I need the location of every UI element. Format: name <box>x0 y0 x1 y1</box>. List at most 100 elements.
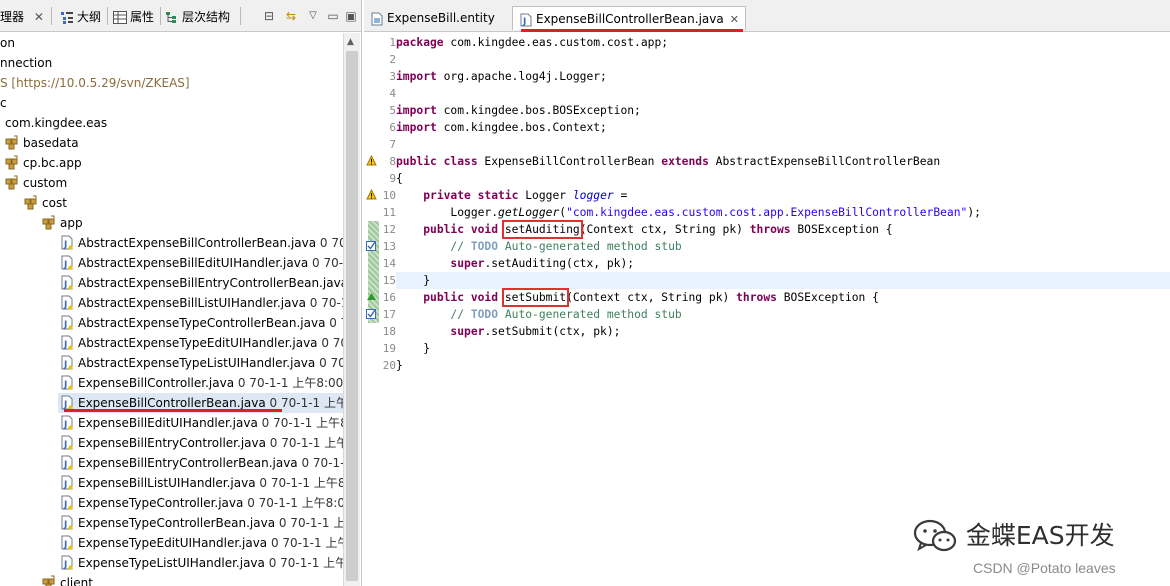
svg-text:J: J <box>63 260 67 270</box>
keyword-token: throws <box>749 223 791 236</box>
svg-text:J: J <box>63 560 67 570</box>
comment-token: TODO <box>470 308 499 321</box>
package-icon <box>42 575 55 586</box>
code-line[interactable]: Logger.getLogger("com.kingdee.eas.custom… <box>396 204 1170 221</box>
tree-package-node[interactable]: cp.bc.app <box>5 153 82 173</box>
maximize-button[interactable]: ▣ <box>342 7 360 25</box>
tree-node-label: ExpenseTypeListUIHandler.java <box>78 556 265 570</box>
keyword-token: public class <box>396 155 478 168</box>
tree-file-node[interactable]: J ExpenseBillEntryControllerBean.java 0 7… <box>60 453 344 473</box>
code-line[interactable]: // TODO Auto-generated method stub <box>396 238 1170 255</box>
tree-node[interactable]: on <box>0 33 15 53</box>
tab-outline[interactable]: 大纲 <box>60 6 101 28</box>
tree-file-node[interactable]: J ExpenseTypeListUIHandler.java 0 70-1-1 … <box>60 553 344 573</box>
scroll-up-icon[interactable]: ▲ <box>347 37 354 47</box>
code-token: ); <box>967 206 981 219</box>
tree-file-node[interactable]: J ExpenseTypeEditUIHandler.java 0 70-1-1 … <box>60 533 344 553</box>
tree-node-label: ExpenseTypeEditUIHandler.java <box>78 536 268 550</box>
tree-file-node[interactable]: J ExpenseBillListUIHandler.java 0 70-1-1 … <box>60 473 344 493</box>
tree-file-node[interactable]: J AbstractExpenseBillListUIHandler.java 0… <box>60 293 344 313</box>
tree-file-node[interactable]: J AbstractExpenseTypeEditUIHandler.java 0… <box>60 333 344 353</box>
tree-file-node[interactable]: J ExpenseTypeController.java 0 70-1-1 上午8… <box>60 493 344 513</box>
link-editor-button[interactable]: ⇆ <box>282 7 300 25</box>
tree-node-meta: 0 70 <box>315 356 344 370</box>
code-line[interactable] <box>396 85 1170 102</box>
tree-node-meta: 0 70-1 <box>309 296 344 310</box>
package-icon <box>5 135 18 150</box>
tree-node-meta: 0 70-1-1 上 <box>275 516 344 530</box>
code-line[interactable]: private static Logger logger = <box>396 187 1170 204</box>
view-menu-button[interactable]: ▽ <box>304 7 322 25</box>
tree-package-node[interactable]: client <box>42 573 93 586</box>
tree-file-node[interactable]: J ExpenseBillEntryController.java 0 70-1-… <box>60 433 344 453</box>
tree-node-label: AbstractExpenseBillControllerBean.java <box>78 236 317 250</box>
tree-node[interactable]: nnection <box>0 53 52 73</box>
code-line[interactable]: // TODO Auto-generated method stub <box>396 306 1170 323</box>
tree-node[interactable]: S [https://10.0.5.29/svn/ZKEAS] <box>0 73 190 93</box>
code-line[interactable]: super.setSubmit(ctx, pk); <box>396 323 1170 340</box>
comment-token: TODO <box>470 240 499 253</box>
tab-properties[interactable]: 属性 <box>113 6 154 28</box>
tree-package-node[interactable]: app <box>42 213 83 233</box>
code-area[interactable]: package com.kingdee.eas.custom.cost.app;… <box>396 33 1170 586</box>
tab-label: 理器 <box>0 10 25 24</box>
code-line[interactable]: } <box>396 340 1170 357</box>
tree-file-node[interactable]: J AbstractExpenseBillEntryControllerBean.… <box>60 273 344 293</box>
tab-expensebill-entity[interactable]: ExpenseBill.entity <box>364 6 501 30</box>
tree-package-node[interactable]: cost <box>24 193 67 213</box>
code-line[interactable]: import com.kingdee.bos.BOSException; <box>396 102 1170 119</box>
line-number: 19 <box>382 342 396 355</box>
watermark: 金蝶EAS开发 <box>912 515 1115 555</box>
code-line[interactable]: public void setAuditing(Context ctx, Str… <box>396 220 1170 239</box>
tree-package-node[interactable]: basedata <box>5 133 79 153</box>
tab-package-explorer[interactable]: 理器 ✕ <box>0 6 44 28</box>
minimize-button[interactable]: ▭ <box>324 7 342 25</box>
tree-node-label: AbstractExpenseBillEntryControllerBean.j… <box>78 276 344 290</box>
code-line[interactable]: package com.kingdee.eas.custom.cost.app; <box>396 34 1170 51</box>
tree-file-node[interactable]: J ExpenseBillController.java 0 70-1-1 上午8… <box>60 373 343 393</box>
tree-node-label: on <box>0 36 15 50</box>
code-line[interactable]: import org.apache.log4j.Logger; <box>396 68 1170 85</box>
close-icon[interactable]: ✕ <box>34 10 44 24</box>
comment-token: // <box>450 240 471 253</box>
tab-hierarchy[interactable]: 层次结构 <box>165 6 230 28</box>
collapse-all-button[interactable]: ⊟ <box>260 7 278 25</box>
tree-file-node[interactable]: J ExpenseBillEditUIHandler.java 0 70-1-1 … <box>60 413 344 433</box>
java-file-icon: J <box>61 415 73 430</box>
tree-node[interactable]: com.kingdee.eas <box>5 113 107 133</box>
tree-file-node[interactable]: J AbstractExpenseBillEditUIHandler.java 0… <box>60 253 344 273</box>
tree-file-node[interactable]: J AbstractExpenseBillControllerBean.java … <box>60 233 344 253</box>
tree-package-node[interactable]: custom <box>5 173 67 193</box>
code-line[interactable] <box>396 51 1170 68</box>
tree-node[interactable]: c <box>0 93 7 113</box>
code-line[interactable] <box>396 136 1170 153</box>
code-line[interactable]: { <box>396 170 1170 187</box>
tree-scrollbar[interactable]: ▲ <box>343 33 360 586</box>
svg-text:J: J <box>63 520 67 530</box>
tree-file-node[interactable]: J AbstractExpenseTypeControllerBean.java … <box>60 313 344 333</box>
tree-node-label: basedata <box>23 136 79 150</box>
code-line[interactable]: public void setSubmit(Context ctx, Strin… <box>396 288 1170 307</box>
code-line[interactable]: } <box>396 357 1170 374</box>
active-tab-annotation <box>521 29 743 32</box>
comment-token: Auto-generated method stub <box>498 240 682 253</box>
tree-node-label: AbstractExpenseTypeListUIHandler.java <box>78 356 316 370</box>
tab-expensebillcontrollerbean-java[interactable]: J ExpenseBillControllerBean.java ✕ <box>512 6 746 30</box>
tree-node-meta: 0 70-1-1 上午8 <box>257 416 344 430</box>
tree-node-meta: 0 7 <box>329 316 344 330</box>
tree-file-node[interactable]: J AbstractExpenseTypeListUIHandler.java 0… <box>60 353 344 373</box>
tree-file-node[interactable]: J ExpenseTypeControllerBean.java 0 70-1-1… <box>60 513 344 533</box>
editor-tabbar: ExpenseBill.entity J ExpenseBillControlle… <box>364 0 1170 32</box>
svg-text:J: J <box>63 320 67 330</box>
tree-node-meta: 0 70-1-1 <box>301 456 344 470</box>
code-line[interactable]: public class ExpenseBillControllerBean e… <box>396 153 1170 170</box>
scrollbar-thumb[interactable] <box>346 51 358 581</box>
line-number-gutter: 1 2 3 4 5 6 7 8 9 10 11 12 13 14 15 16 17 18 19 20 <box>374 33 396 586</box>
code-line[interactable]: } <box>396 272 1170 289</box>
tree-node-meta: 0 70-1-1 上午 <box>265 436 344 450</box>
java-file-icon: J <box>61 255 73 270</box>
code-line[interactable]: import com.kingdee.bos.Context; <box>396 119 1170 136</box>
code-line[interactable]: super.setAuditing(ctx, pk); <box>396 255 1170 272</box>
